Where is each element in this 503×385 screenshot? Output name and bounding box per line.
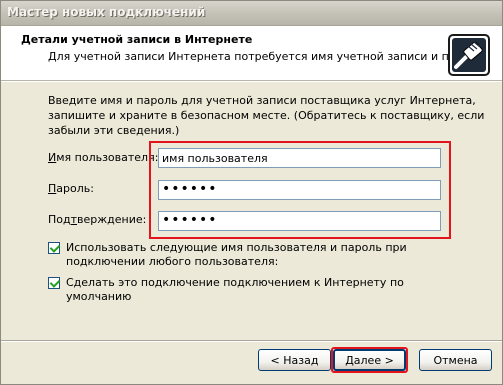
- username-label: Имя пользователя:: [48, 151, 159, 164]
- default-connection-checkbox[interactable]: [48, 277, 60, 289]
- password-label: Пароль:: [48, 182, 94, 195]
- username-input[interactable]: [158, 148, 441, 168]
- use-for-all-users-option[interactable]: Использовать следующие имя пользователя …: [48, 241, 446, 269]
- confirm-password-input[interactable]: [158, 211, 441, 231]
- use-for-all-users-checkbox[interactable]: [48, 242, 60, 254]
- confirm-password-label: Подтверждение:: [48, 213, 147, 226]
- header-title: Детали учетной записи в Интернете: [21, 33, 253, 46]
- use-for-all-users-label: Использовать следующие имя пользователя …: [66, 241, 407, 268]
- window-title: Мастер новых подключений: [7, 5, 206, 19]
- back-button[interactable]: < Назад: [258, 349, 331, 371]
- default-connection-label: Сделать это подключение подключением к И…: [66, 276, 404, 303]
- cancel-button[interactable]: Отмена: [419, 349, 492, 371]
- default-connection-option[interactable]: Сделать это подключение подключением к И…: [48, 276, 446, 304]
- header-divider: [1, 81, 502, 82]
- password-input[interactable]: [158, 180, 441, 200]
- header-subtitle: Для учетной записи Интернета потребуется…: [48, 50, 487, 63]
- footer-separator: [1, 340, 502, 342]
- title-bar[interactable]: Мастер новых подключений: [1, 1, 502, 26]
- next-button[interactable]: Далее >: [333, 349, 406, 371]
- wizard-header: Детали учетной записи в Интернете Для уч…: [1, 26, 502, 81]
- wizard-window: Мастер новых подключений Детали учетной …: [0, 0, 503, 385]
- instructions-text: Введите имя и пароль для учетной записи …: [48, 94, 485, 137]
- network-cable-icon: [448, 34, 490, 76]
